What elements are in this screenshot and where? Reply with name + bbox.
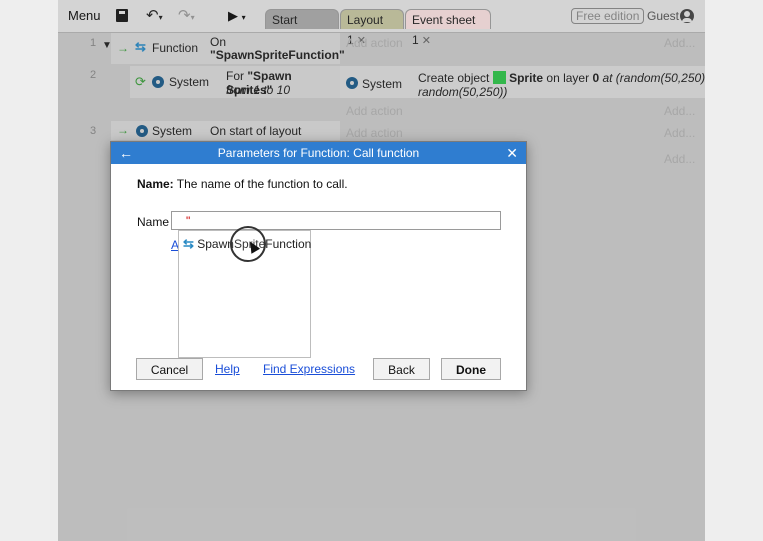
close-icon[interactable]: ✕ xyxy=(506,142,518,164)
find-expressions-link[interactable]: Find Expressions xyxy=(263,362,355,376)
function-icon: ⇆ xyxy=(183,236,194,251)
description-label: Name: xyxy=(137,177,174,191)
parameters-dialog: Parameters for Function: Call function ←… xyxy=(110,141,527,391)
cancel-button[interactable]: Cancel xyxy=(136,358,203,380)
help-link[interactable]: Help xyxy=(215,362,240,376)
parameter-description: Name: The name of the function to call. xyxy=(137,177,348,191)
back-arrow-icon[interactable]: ← xyxy=(119,142,133,164)
back-button[interactable]: Back xyxy=(373,358,430,380)
done-button[interactable]: Done xyxy=(441,358,501,380)
name-input[interactable] xyxy=(171,211,501,230)
dialog-title: Parameters for Function: Call function xyxy=(111,142,526,164)
description-text: The name of the function to call. xyxy=(173,177,348,191)
name-label: Name xyxy=(137,215,170,229)
